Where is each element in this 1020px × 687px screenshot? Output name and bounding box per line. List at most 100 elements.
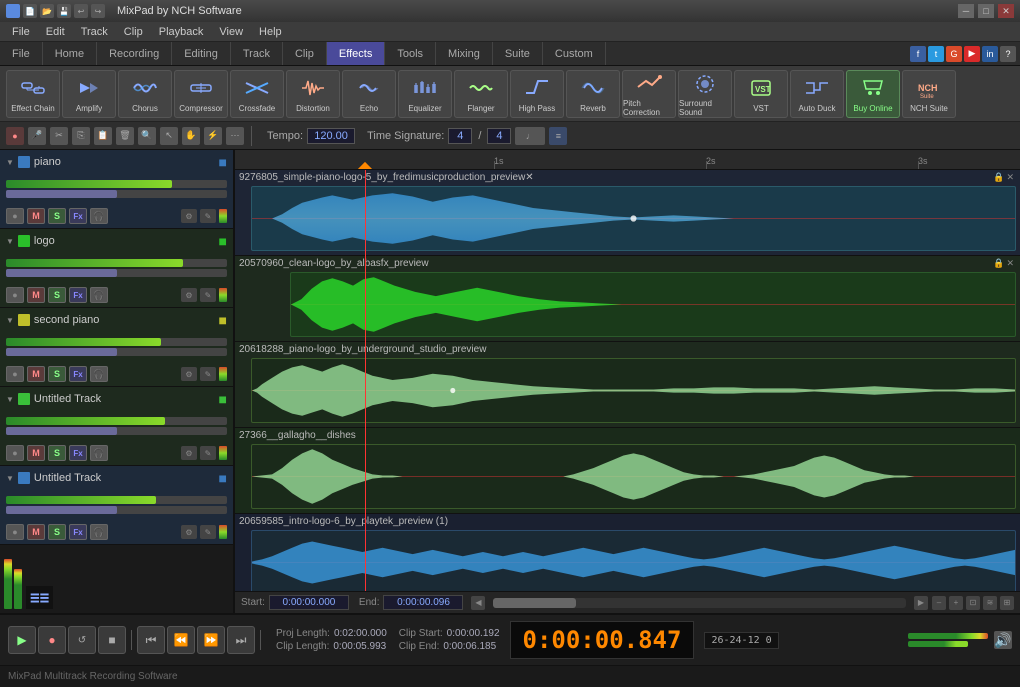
- time-sig-numerator[interactable]: [448, 128, 472, 144]
- track-untitled2-fx-btn[interactable]: Fx: [69, 524, 87, 540]
- track-piano-headphone-btn[interactable]: 🎧: [90, 208, 108, 224]
- track-untitled1-settings-icon[interactable]: ⚙: [181, 446, 197, 460]
- new-icon[interactable]: 📄: [23, 4, 37, 18]
- track-second-piano-mute-btn[interactable]: M: [27, 366, 45, 382]
- scroll-right-btn[interactable]: ▶: [914, 596, 928, 610]
- track-logo-chevron[interactable]: ▼: [6, 237, 14, 246]
- amplify-btn[interactable]: Amplify: [62, 70, 116, 118]
- waveform-clip-untitled1[interactable]: [251, 444, 1016, 509]
- vst-btn[interactable]: VST VST: [734, 70, 788, 118]
- tab-clip[interactable]: Clip: [283, 42, 327, 65]
- clip-lock-logo[interactable]: 🔒: [993, 258, 1004, 269]
- reverb-btn[interactable]: Reverb: [566, 70, 620, 118]
- zoom-out-btn[interactable]: –: [932, 596, 946, 610]
- close-button[interactable]: ✕: [998, 4, 1014, 18]
- linkedin-icon[interactable]: in: [982, 46, 998, 62]
- waveform-clip-second-piano[interactable]: [251, 358, 1016, 423]
- time-sig-denominator[interactable]: [487, 128, 511, 144]
- cut-icon[interactable]: ✂: [50, 127, 68, 145]
- track-second-piano-solo-btn[interactable]: S: [48, 366, 66, 382]
- tab-home[interactable]: Home: [43, 42, 97, 65]
- tempo-input[interactable]: [307, 128, 355, 144]
- menu-edit[interactable]: Edit: [38, 24, 73, 40]
- zoom-options-btn[interactable]: ⊞: [1000, 596, 1014, 610]
- track-untitled2-level-icon[interactable]: [219, 525, 227, 539]
- track-untitled2-chevron[interactable]: ▼: [6, 474, 14, 483]
- tab-effects[interactable]: Effects: [327, 42, 385, 65]
- track-piano-volume[interactable]: [6, 180, 227, 188]
- distortion-btn[interactable]: Distortion: [286, 70, 340, 118]
- playhead-marker[interactable]: [357, 162, 371, 170]
- paste-icon[interactable]: 📋: [94, 127, 112, 145]
- track-untitled1-edit-icon[interactable]: ✎: [200, 446, 216, 460]
- skip-forward-button[interactable]: ⏩: [197, 626, 225, 654]
- track-piano-fx-btn[interactable]: Fx: [69, 208, 87, 224]
- monitor-icon[interactable]: 🎤: [28, 127, 46, 145]
- play-button[interactable]: ▶: [8, 626, 36, 654]
- track-untitled1-mute-btn[interactable]: M: [27, 445, 45, 461]
- timeline-scrollbar[interactable]: [493, 598, 906, 608]
- maximize-button[interactable]: □: [978, 4, 994, 18]
- track-logo-mute-btn[interactable]: M: [27, 287, 45, 303]
- open-icon[interactable]: 📂: [40, 4, 54, 18]
- track-second-piano-edit-icon[interactable]: ✎: [200, 367, 216, 381]
- waveform-clip-piano[interactable]: [251, 186, 1016, 251]
- twitter-icon[interactable]: t: [928, 46, 944, 62]
- track-second-piano-chevron[interactable]: ▼: [6, 316, 14, 325]
- track-second-piano-volume[interactable]: [6, 338, 227, 346]
- menu-view[interactable]: View: [211, 24, 251, 40]
- menu-file[interactable]: File: [4, 24, 38, 40]
- track-untitled1-fx-btn[interactable]: Fx: [69, 445, 87, 461]
- track-second-piano-level-icon[interactable]: [219, 367, 227, 381]
- waveform-clip-logo[interactable]: [290, 272, 1016, 337]
- fast-forward-button[interactable]: ⏭: [227, 626, 255, 654]
- undo-icon[interactable]: ↩: [74, 4, 88, 18]
- track-second-piano-headphone-btn[interactable]: 🎧: [90, 366, 108, 382]
- surround-sound-btn[interactable]: Surround Sound: [678, 70, 732, 118]
- track-untitled2-edit-icon[interactable]: ✎: [200, 525, 216, 539]
- delete-icon[interactable]: 🗑: [116, 127, 134, 145]
- track-logo-settings-icon[interactable]: ⚙: [181, 288, 197, 302]
- chorus-btn[interactable]: Chorus: [118, 70, 172, 118]
- zoom-waveform-btn[interactable]: ≋: [983, 596, 997, 610]
- menu-help[interactable]: Help: [251, 24, 290, 40]
- split-icon[interactable]: ⚡: [204, 127, 222, 145]
- track-untitled1-pan[interactable]: [6, 427, 227, 435]
- loop-button[interactable]: ↺: [68, 626, 96, 654]
- scroll-left-btn[interactable]: ◀: [471, 596, 485, 610]
- track-second-piano-fx-btn[interactable]: Fx: [69, 366, 87, 382]
- snap-icon[interactable]: ≡: [549, 127, 567, 145]
- zoom-in-btn[interactable]: +: [949, 596, 963, 610]
- waveform-clip-untitled2[interactable]: [251, 530, 1016, 591]
- save-icon[interactable]: 💾: [57, 4, 71, 18]
- track-piano-chevron[interactable]: ▼: [6, 158, 14, 167]
- copy-icon[interactable]: ⎘: [72, 127, 90, 145]
- echo-btn[interactable]: Echo: [342, 70, 396, 118]
- track-untitled1-headphone-btn[interactable]: 🎧: [90, 445, 108, 461]
- metronome-icon[interactable]: ♩: [515, 127, 545, 145]
- tab-suite[interactable]: Suite: [493, 42, 543, 65]
- end-time-input[interactable]: [383, 595, 463, 610]
- buy-online-btn[interactable]: Buy Online: [846, 70, 900, 118]
- effect-chain-btn[interactable]: Effect Chain: [6, 70, 60, 118]
- track-logo-volume[interactable]: [6, 259, 227, 267]
- tab-mixing[interactable]: Mixing: [436, 42, 493, 65]
- track-second-piano-settings-icon[interactable]: ⚙: [181, 367, 197, 381]
- track-untitled2-headphone-btn[interactable]: 🎧: [90, 524, 108, 540]
- track-piano-level-icon[interactable]: [219, 209, 227, 223]
- track-second-piano-record-btn[interactable]: ●: [6, 366, 24, 382]
- track-logo-fx-btn[interactable]: Fx: [69, 287, 87, 303]
- track-clip-close[interactable]: ✕: [525, 172, 533, 183]
- youtube-icon[interactable]: ▶: [964, 46, 980, 62]
- highpass-btn[interactable]: High Pass: [510, 70, 564, 118]
- clip-x[interactable]: ✕: [1006, 172, 1014, 183]
- track-logo-level-icon[interactable]: [219, 288, 227, 302]
- track-untitled1-level-icon[interactable]: [219, 446, 227, 460]
- zoom-fit-btn[interactable]: ⊡: [966, 596, 980, 610]
- record-arm-icon[interactable]: ●: [6, 127, 24, 145]
- tab-track[interactable]: Track: [231, 42, 283, 65]
- volume-icon[interactable]: 🔊: [994, 631, 1012, 649]
- track-untitled2-volume[interactable]: [6, 496, 227, 504]
- track-second-piano-pan[interactable]: [6, 348, 227, 356]
- clip-lock[interactable]: 🔒: [993, 172, 1004, 183]
